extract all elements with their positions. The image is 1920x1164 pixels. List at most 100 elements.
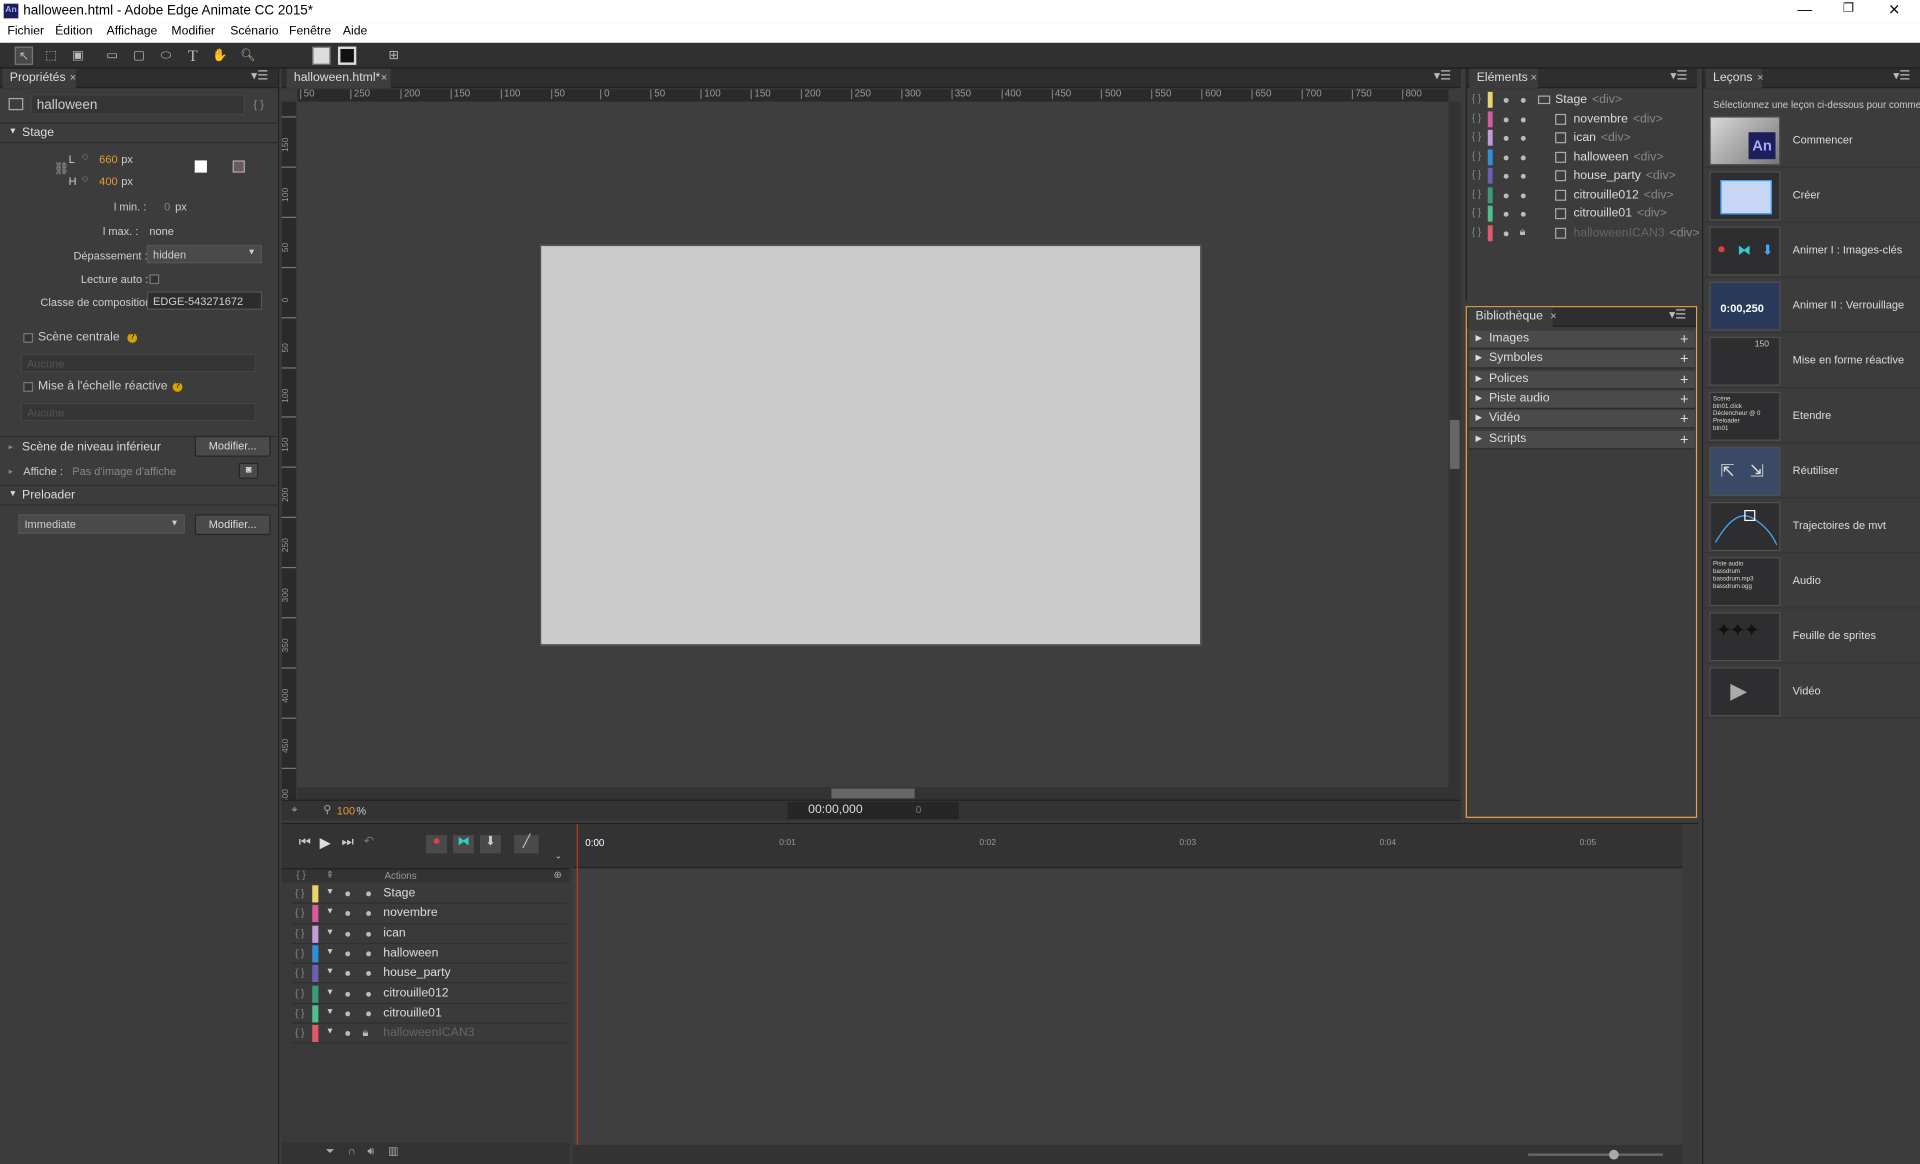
lesson-item[interactable]: Trajectoires de mvt bbox=[1703, 500, 1920, 554]
zoom-value[interactable]: 100 bbox=[337, 804, 355, 816]
menu-affichage[interactable]: Affichage bbox=[107, 24, 158, 37]
close-icon[interactable]: ✕ bbox=[1888, 1, 1900, 18]
menu-fenetre[interactable]: Fenêtre bbox=[289, 24, 331, 37]
help-icon[interactable]: ? bbox=[172, 382, 183, 392]
expand-icon[interactable]: ▸ bbox=[9, 467, 13, 477]
element-row[interactable]: { } citrouille012 <div> bbox=[1467, 186, 1697, 205]
visibility-dot[interactable] bbox=[1503, 211, 1509, 217]
code-icon[interactable]: { } bbox=[295, 968, 304, 979]
add-icon[interactable]: + bbox=[1680, 390, 1689, 407]
scroll-thumb[interactable] bbox=[1449, 420, 1460, 469]
lock-dot[interactable] bbox=[366, 891, 372, 897]
visibility-dot[interactable] bbox=[1503, 173, 1509, 179]
expand-icon[interactable]: ▼ bbox=[326, 1008, 334, 1017]
expand-icon[interactable]: ▼ bbox=[326, 988, 334, 997]
add-icon[interactable]: + bbox=[1680, 371, 1689, 388]
panel-menu-icon[interactable]: ▾☰ bbox=[251, 70, 268, 83]
library-section[interactable]: ▶ Polices + bbox=[1469, 370, 1695, 389]
library-section[interactable]: ▶ Symboles + bbox=[1469, 350, 1695, 369]
menu-edition[interactable]: Édition bbox=[55, 24, 92, 37]
code-icon[interactable]: { } bbox=[1472, 226, 1481, 237]
add-icon[interactable]: + bbox=[1680, 410, 1689, 427]
lock-dot[interactable] bbox=[366, 1011, 372, 1017]
menu-modifier[interactable]: Modifier bbox=[171, 24, 215, 37]
max-width-value[interactable]: none bbox=[149, 225, 174, 237]
lock-dot[interactable] bbox=[366, 971, 372, 977]
lock-dot[interactable] bbox=[1520, 135, 1526, 141]
timeline-layer-row[interactable]: { } ▼ halloween bbox=[291, 944, 567, 964]
lesson-item[interactable]: ▶ Vidéo bbox=[1703, 665, 1920, 719]
overflow-select[interactable]: hidden ▼ bbox=[146, 244, 263, 264]
library-section[interactable]: ▶ Scripts + bbox=[1469, 430, 1695, 449]
rectangle-tool-icon[interactable]: ▭ bbox=[103, 47, 121, 65]
code-icon[interactable]: { } bbox=[295, 928, 304, 939]
timeline-layer-row[interactable]: { } ▼ 🔒︎ halloweenICAN3 bbox=[291, 1024, 567, 1044]
add-icon[interactable]: + bbox=[1680, 430, 1689, 447]
height-value[interactable]: 400 bbox=[99, 175, 117, 187]
code-icon[interactable]: { } bbox=[295, 1008, 304, 1019]
go-to-end-icon[interactable]: ⏭ bbox=[342, 835, 354, 851]
close-tab-icon[interactable]: × bbox=[1531, 71, 1537, 83]
lesson-item[interactable]: ⇱ ⇲ Réutiliser bbox=[1703, 444, 1920, 499]
library-section[interactable]: ▶ Piste audio + bbox=[1469, 390, 1695, 409]
ellipse-tool-icon[interactable]: ⬭ bbox=[157, 47, 175, 65]
lock-dot[interactable] bbox=[1520, 211, 1526, 217]
background-color-swatch[interactable] bbox=[194, 160, 207, 173]
stage-canvas[interactable] bbox=[297, 101, 1449, 807]
add-icon[interactable]: + bbox=[1680, 351, 1689, 368]
rounded-rectangle-tool-icon[interactable]: ▢ bbox=[130, 47, 148, 65]
horizontal-scrollbar[interactable] bbox=[297, 787, 1449, 800]
lesson-item[interactable]: Piste audio bassdrum bassdrum.mp3 bassdrum.… bbox=[1703, 555, 1920, 609]
visibility-dot[interactable] bbox=[1503, 154, 1509, 160]
expand-icon[interactable]: ▶ bbox=[1476, 393, 1483, 403]
expand-icon[interactable]: ▶ bbox=[1476, 413, 1483, 423]
camera-icon[interactable]: ◙ bbox=[238, 462, 259, 479]
width-value[interactable]: 660 bbox=[99, 153, 117, 165]
down-level-modify-button[interactable]: Modifier... bbox=[194, 435, 271, 457]
expand-icon[interactable]: ▼ bbox=[326, 888, 334, 897]
minimize-icon[interactable]: — bbox=[1798, 1, 1813, 18]
expand-icon[interactable]: ▶ bbox=[1476, 373, 1483, 383]
panel-menu-icon[interactable]: ▾☰ bbox=[1434, 70, 1451, 83]
visibility-dot[interactable] bbox=[345, 891, 351, 897]
visibility-dot[interactable] bbox=[345, 1011, 351, 1017]
element-row[interactable]: { } citrouille01 <div> bbox=[1467, 204, 1697, 223]
code-icon[interactable]: { } bbox=[295, 908, 304, 919]
tab-properties[interactable]: Propriétés bbox=[2, 68, 76, 89]
element-row[interactable]: { } halloween <div> bbox=[1467, 148, 1697, 167]
lock-dot[interactable] bbox=[1520, 97, 1526, 103]
close-tab-icon[interactable]: × bbox=[381, 71, 387, 83]
height-keyframe-icon[interactable]: ◇ bbox=[82, 174, 89, 184]
link-dimensions-icon[interactable]: ⛓︎ bbox=[54, 163, 70, 176]
easing-icon[interactable]: ╱ bbox=[514, 835, 539, 854]
lesson-item[interactable]: 150 Mise en forme réactive bbox=[1703, 334, 1920, 389]
clipping-tool-icon[interactable]: ▣ bbox=[69, 47, 87, 65]
lock-dot[interactable] bbox=[366, 991, 372, 997]
code-icon[interactable]: { } bbox=[1472, 169, 1481, 180]
lock-dot[interactable] bbox=[1520, 116, 1526, 122]
scroll-thumb[interactable] bbox=[831, 788, 915, 799]
layout-tool-icon[interactable]: ⊞ bbox=[384, 47, 402, 65]
tab-library[interactable]: Bibliothèque bbox=[1468, 307, 1553, 327]
stage[interactable] bbox=[540, 244, 1202, 646]
frame-number[interactable]: 0 bbox=[916, 804, 921, 815]
element-row[interactable]: { } novembre <div> bbox=[1467, 110, 1697, 129]
keyframe-mode-icon[interactable]: ⏺ bbox=[426, 835, 447, 854]
tab-lessons[interactable]: Leçons bbox=[1705, 68, 1763, 89]
visibility-dot[interactable] bbox=[1503, 116, 1509, 122]
timecode[interactable]: 00:00,000 bbox=[808, 803, 862, 816]
loop-icon[interactable]: ↶ bbox=[364, 835, 374, 848]
expand-icon[interactable]: ▼ bbox=[326, 908, 334, 917]
library-section[interactable]: ▶ Images + bbox=[1469, 330, 1695, 349]
zoom-tool-icon[interactable]: 🔍︎ bbox=[239, 47, 257, 65]
lock-icon[interactable]: 🔒︎ bbox=[362, 1026, 368, 1039]
selection-tool-icon[interactable]: ↖ bbox=[14, 46, 34, 65]
playhead[interactable] bbox=[576, 824, 578, 1145]
timeline-tracks[interactable]: 0:00 0:01 0:02 0:03 0:04 0:05 bbox=[573, 824, 1683, 1164]
code-icon[interactable]: { } bbox=[295, 888, 304, 899]
panel-menu-icon[interactable]: ▾☰ bbox=[1669, 309, 1686, 322]
tab-elements[interactable]: Eléments bbox=[1469, 68, 1538, 89]
code-icon[interactable]: { } bbox=[1472, 131, 1481, 142]
background-image-swatch[interactable] bbox=[232, 160, 245, 173]
filter-icon[interactable]: ⏷ bbox=[326, 1145, 335, 1158]
